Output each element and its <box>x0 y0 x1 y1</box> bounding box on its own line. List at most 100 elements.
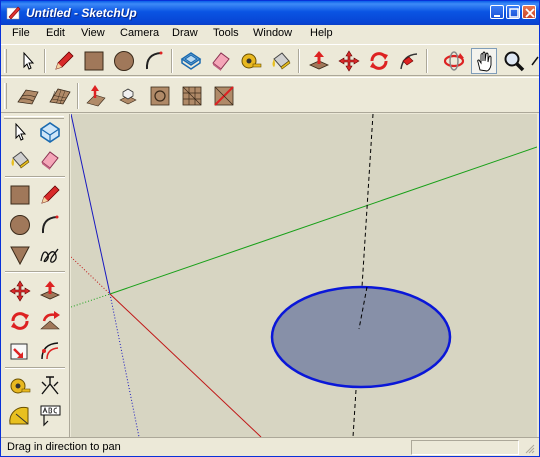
pan-button[interactable] <box>471 48 497 74</box>
circle-icon <box>10 215 30 235</box>
text-button[interactable] <box>37 403 63 429</box>
toolbar-separator <box>5 367 65 369</box>
arc-button[interactable] <box>37 212 63 238</box>
sandbox-from-contours-icon <box>17 89 39 105</box>
resize-grip-icon[interactable] <box>523 442 535 454</box>
sandbox-toolbar <box>1 77 539 113</box>
pan-icon <box>477 51 492 72</box>
eraser-icon <box>212 52 230 71</box>
arc-button[interactable] <box>141 48 167 74</box>
freehand-button[interactable] <box>37 242 63 268</box>
rotate-button[interactable] <box>7 308 33 334</box>
title-bar[interactable]: Untitled - SketchUp <box>1 1 539 25</box>
zoom-window-button[interactable] <box>527 48 539 74</box>
select-button[interactable] <box>7 119 33 145</box>
text-icon <box>40 405 61 427</box>
toolbar-separator <box>5 271 65 273</box>
eraser-button[interactable] <box>208 48 234 74</box>
smoove-button[interactable] <box>83 83 109 109</box>
toolbar-separator <box>298 49 300 73</box>
follow-me-button[interactable] <box>396 48 422 74</box>
pencil-button[interactable] <box>51 48 77 74</box>
pencil-button[interactable] <box>37 182 63 208</box>
toolbar-grip[interactable] <box>4 49 7 73</box>
arc-icon <box>41 215 59 234</box>
rectangle-icon <box>84 51 104 71</box>
tape-measure-button[interactable] <box>238 48 264 74</box>
move-button[interactable] <box>336 48 362 74</box>
scale-button[interactable] <box>7 338 33 364</box>
drape-button[interactable] <box>147 83 173 109</box>
rectangle-icon <box>10 185 30 205</box>
close-button[interactable] <box>522 5 536 19</box>
select-button[interactable] <box>15 48 41 74</box>
component-icon <box>40 122 60 143</box>
menu-view[interactable]: View <box>81 27 105 39</box>
green-axis-negative <box>71 293 111 308</box>
dimension-icon <box>41 376 59 395</box>
protractor-button[interactable] <box>7 403 33 429</box>
blue-axis-negative <box>109 293 140 437</box>
toolbar-grip[interactable] <box>4 83 7 109</box>
menu-draw[interactable]: Draw <box>172 27 198 39</box>
menu-window[interactable]: Window <box>253 27 292 39</box>
circle-button[interactable] <box>7 212 33 238</box>
sandbox-from-scratch-button[interactable] <box>47 83 73 109</box>
green-axis <box>109 146 537 295</box>
zoom-button[interactable] <box>501 48 527 74</box>
push-pull-button[interactable] <box>306 48 332 74</box>
sketchup-window: Untitled - SketchUp File Edit View Camer… <box>0 0 540 457</box>
pencil-icon <box>41 185 60 204</box>
eraser-button[interactable] <box>37 147 63 173</box>
rectangle-button[interactable] <box>81 48 107 74</box>
offset-icon <box>41 342 59 360</box>
polygon-button[interactable] <box>7 242 33 268</box>
push-pull-button[interactable] <box>37 278 63 304</box>
red-axis-negative <box>71 256 111 295</box>
dimension-button[interactable] <box>37 373 63 399</box>
arc-icon <box>145 51 163 70</box>
red-axis <box>109 293 262 437</box>
guide-below-circle <box>352 389 357 437</box>
offset-button[interactable] <box>178 48 204 74</box>
push-pull-icon <box>40 281 60 300</box>
menu-edit[interactable]: Edit <box>46 27 65 39</box>
menu-file[interactable]: File <box>12 27 30 39</box>
select-icon <box>23 51 35 70</box>
offset-button[interactable] <box>37 338 63 364</box>
menu-camera[interactable]: Camera <box>120 27 159 39</box>
paint-bucket-icon <box>11 151 30 169</box>
circle-icon <box>114 51 134 71</box>
menu-tools[interactable]: Tools <box>213 27 239 39</box>
paint-bucket-button[interactable] <box>7 147 33 173</box>
rotate-button[interactable] <box>366 48 392 74</box>
stamp-button[interactable] <box>115 83 141 109</box>
offset-icon <box>180 52 202 70</box>
orbit-button[interactable] <box>441 48 467 74</box>
paint-bucket-button[interactable] <box>268 48 294 74</box>
move-icon <box>338 50 360 72</box>
rectangle-button[interactable] <box>7 182 33 208</box>
make-component-button[interactable] <box>37 119 63 145</box>
circle-button[interactable] <box>111 48 137 74</box>
drawing-viewport[interactable] <box>71 114 537 437</box>
add-detail-button[interactable] <box>179 83 205 109</box>
tape-measure-button[interactable] <box>7 373 33 399</box>
stamp-icon <box>119 88 137 105</box>
scale-icon <box>10 343 28 360</box>
move-button[interactable] <box>7 278 33 304</box>
blue-axis <box>71 114 111 295</box>
window-title: Untitled - SketchUp <box>26 6 137 20</box>
minimize-button[interactable] <box>490 5 504 19</box>
value-control-box[interactable] <box>411 440 519 455</box>
menu-help[interactable]: Help <box>310 27 333 39</box>
flip-edge-button[interactable] <box>211 83 237 109</box>
follow-me-button[interactable] <box>37 308 63 334</box>
protractor-icon <box>9 406 29 425</box>
sandbox-from-contours-button[interactable] <box>15 83 41 109</box>
freehand-icon <box>40 248 59 263</box>
sandbox-from-scratch-icon <box>49 88 71 105</box>
maximize-button[interactable] <box>506 5 520 19</box>
circle-face[interactable] <box>270 285 452 389</box>
status-bar: Drag in direction to pan <box>1 437 539 456</box>
